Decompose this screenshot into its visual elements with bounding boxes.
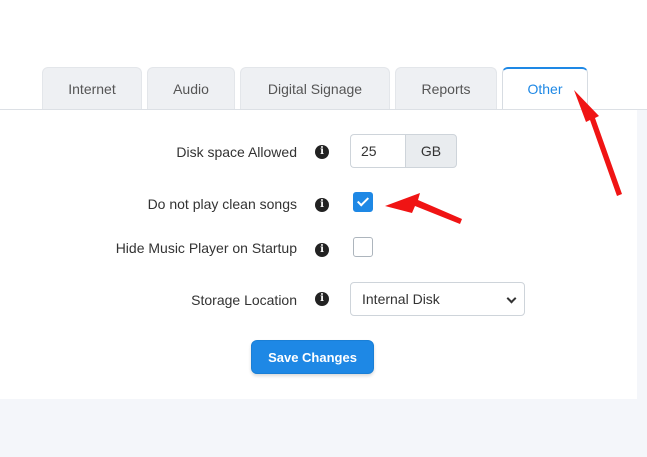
tab-other[interactable]: Other <box>502 67 588 110</box>
storage-location-select[interactable]: Internal Disk <box>350 282 525 316</box>
storage-location-row: Storage Location i Internal Disk <box>0 282 637 318</box>
settings-page: Internet Audio Digital Signage Reports O… <box>0 0 647 457</box>
info-icon[interactable]: i <box>315 145 329 159</box>
clean-songs-label: Do not play clean songs <box>147 196 297 212</box>
checkmark-icon <box>356 194 370 207</box>
disk-space-row: Disk space Allowed i GB <box>0 134 637 170</box>
save-changes-button[interactable]: Save Changes <box>251 340 374 374</box>
footer-area <box>0 399 647 457</box>
storage-location-label: Storage Location <box>191 292 297 308</box>
tab-reports[interactable]: Reports <box>395 67 497 109</box>
info-icon[interactable]: i <box>315 198 329 212</box>
disk-space-label: Disk space Allowed <box>176 144 297 160</box>
storage-location-value: Internal Disk <box>362 291 440 307</box>
chevron-down-icon <box>506 293 517 304</box>
tab-digital-signage[interactable]: Digital Signage <box>240 67 390 109</box>
tab-internet[interactable]: Internet <box>42 67 142 109</box>
disk-space-input[interactable] <box>350 134 405 168</box>
disk-space-input-group: GB <box>350 134 457 168</box>
hide-player-row: Hide Music Player on Startup i <box>0 230 637 266</box>
disk-space-unit: GB <box>405 134 457 168</box>
hide-player-checkbox[interactable] <box>353 237 373 257</box>
tab-audio[interactable]: Audio <box>147 67 235 109</box>
clean-songs-checkbox[interactable] <box>353 192 373 212</box>
clean-songs-row: Do not play clean songs i <box>0 186 637 222</box>
tab-bar: Internet Audio Digital Signage Reports O… <box>42 67 593 110</box>
info-icon[interactable]: i <box>315 292 329 306</box>
info-icon[interactable]: i <box>315 243 329 257</box>
hide-player-label: Hide Music Player on Startup <box>115 240 297 256</box>
background-strip <box>637 110 647 399</box>
